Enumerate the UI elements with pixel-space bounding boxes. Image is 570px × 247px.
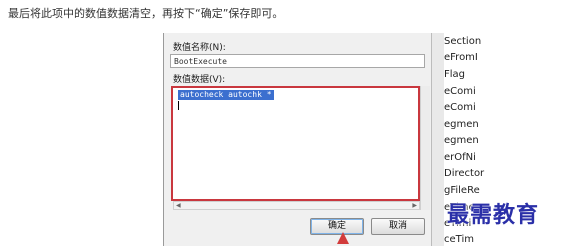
pointer-arrow-icon xyxy=(337,232,349,244)
list-item[interactable]: eFromI xyxy=(444,51,478,65)
instruction-text: 最后将此项中的数值数据清空，再按下“确定”保存即可。 xyxy=(8,7,284,20)
value-name-field[interactable]: BootExecute xyxy=(170,54,425,68)
list-item[interactable]: erOfNi xyxy=(444,151,476,165)
list-item[interactable]: egmen xyxy=(444,134,479,148)
value-data-selected-text: autocheck autochk * xyxy=(178,90,274,100)
value-data-label: 数值数据(V): xyxy=(173,75,226,85)
watermark-logo: 最需教育 xyxy=(447,202,540,228)
dialog-scroll-edge xyxy=(431,33,444,246)
list-item[interactable]: ceTim xyxy=(444,233,474,247)
list-item[interactable]: egmen xyxy=(444,118,479,132)
scroll-right-icon[interactable]: ▶ xyxy=(412,202,417,210)
list-item[interactable]: Flag xyxy=(444,68,465,82)
scroll-left-icon[interactable]: ◀ xyxy=(176,202,181,210)
text-caret xyxy=(178,101,179,110)
list-item[interactable]: gFileRe xyxy=(444,184,480,198)
value-data-vscroll[interactable] xyxy=(420,86,430,210)
list-item[interactable]: eComi xyxy=(444,101,476,115)
cancel-button[interactable]: 取消 xyxy=(371,218,425,235)
list-item[interactable]: eComi xyxy=(444,85,476,99)
list-item[interactable]: Director xyxy=(444,167,484,181)
list-item[interactable]: Section xyxy=(444,35,481,49)
value-data-hscroll[interactable]: ◀ ▶ xyxy=(173,201,420,210)
value-data-textarea[interactable]: autocheck autochk * xyxy=(171,86,420,201)
value-name-label: 数值名称(N): xyxy=(173,43,226,53)
